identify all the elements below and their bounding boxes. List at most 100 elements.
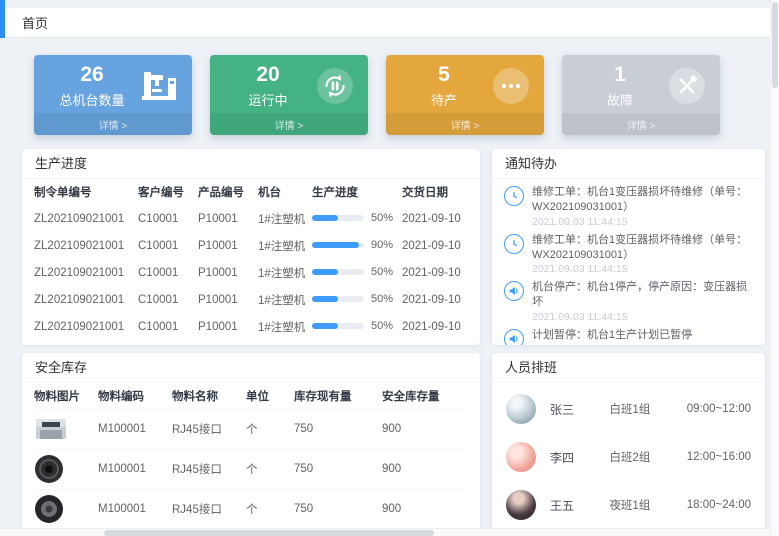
col-header: 交货日期 xyxy=(402,179,468,205)
staff-row: 李四 白班2组 12:00~16:00 xyxy=(506,433,751,481)
notice-list: 维修工单：机台1变压器损坏待维修（单号：WX202109031001） 2021… xyxy=(492,179,765,345)
clock-icon xyxy=(504,186,524,206)
table-row: M100001 RJ45接口 个 750 900 xyxy=(34,449,468,489)
cell-code: M100001 xyxy=(98,409,172,449)
notice-time: 2021.09.03 11:44:15 xyxy=(532,344,692,345)
cell-unit: 个 xyxy=(246,409,294,449)
cell-progress: 50% xyxy=(312,313,402,340)
stat-card-body: 26 总机台数量 xyxy=(34,55,192,113)
cell-date: 2021-09-10 xyxy=(402,286,468,313)
col-header: 安全库存量 xyxy=(382,383,468,409)
staff-shift: 白班1组 xyxy=(609,401,686,417)
dashboard-content: 26 总机台数量 xyxy=(0,39,770,528)
ellipsis-icon xyxy=(492,67,530,105)
machine-icon xyxy=(140,70,178,102)
detail-link[interactable]: 详情 > xyxy=(34,113,192,135)
production-progress-panel: 生产进度 制令单编号 客户编号 产品编号 机台 生产进度 交货日期 xyxy=(22,149,480,345)
table-header-row: 物料图片 物料编码 物料名称 单位 库存现有量 安全库存量 xyxy=(34,383,468,409)
staff-row: 张三 白班1组 09:00~12:00 xyxy=(506,385,751,433)
avatar xyxy=(506,394,536,424)
cell-date: 2021-09-10 xyxy=(402,313,468,340)
vertical-scrollbar-thumb[interactable] xyxy=(772,2,778,88)
stat-label: 故障 xyxy=(574,90,666,109)
material-image xyxy=(34,416,68,442)
notice-item[interactable]: 计划暂停：机台1生产计划已暂停 2021.09.03 11:44:15 xyxy=(504,328,753,345)
stat-card-total-machines[interactable]: 26 总机台数量 xyxy=(34,55,192,135)
staff-name: 张三 xyxy=(550,401,609,418)
stat-card-info: 5 待产 xyxy=(398,63,490,108)
notice-time: 2021.09.03 11:44:15 xyxy=(532,263,753,275)
cell-order: ZL202109021001 xyxy=(34,205,138,232)
vertical-scrollbar[interactable] xyxy=(770,0,779,536)
speaker-icon xyxy=(504,281,524,301)
cell-unit: 个 xyxy=(246,449,294,489)
horizontal-scrollbar[interactable] xyxy=(0,528,770,536)
table-row: M100001 RJ45接口 个 750 900 xyxy=(34,409,468,449)
progress-bar xyxy=(312,323,364,329)
cell-safety: 900 xyxy=(382,449,468,489)
avatar xyxy=(506,490,536,520)
notice-item[interactable]: 维修工单：机台1变压器损坏待维修（单号：WX202109031001） 2021… xyxy=(504,233,753,276)
staff-name: 王五 xyxy=(550,497,609,514)
panel-grid: 生产进度 制令单编号 客户编号 产品编号 机台 生产进度 交货日期 xyxy=(22,149,765,528)
cell-machine: 1#注塑机 xyxy=(258,313,312,340)
staff-row: 王五 夜班1组 18:00~24:00 xyxy=(506,481,751,528)
stat-card-fault[interactable]: 1 故障 xyxy=(562,55,720,135)
progress-bar xyxy=(312,296,364,302)
table-row: ZL202109021001 C10001 P10001 1#注塑机 90% 2… xyxy=(34,232,468,259)
notice-body: 维修工单：机台1变压器损坏待维修（单号：WX202109031001） 2021… xyxy=(532,185,753,228)
panel-title: 通知待办 xyxy=(492,149,765,179)
detail-link[interactable]: 详情 > xyxy=(210,113,368,135)
cell-product: P10001 xyxy=(198,205,258,232)
col-header: 物料名称 xyxy=(172,383,246,409)
stock-table: 物料图片 物料编码 物料名称 单位 库存现有量 安全库存量 xyxy=(34,383,468,528)
panel-title: 安全库存 xyxy=(22,353,480,383)
table-row: ZL202109021001 C10001 P10001 1#注塑机 50% 2… xyxy=(34,313,468,340)
horizontal-scrollbar-thumb[interactable] xyxy=(104,530,434,536)
cell-qty: 750 xyxy=(294,449,382,489)
stat-value: 1 xyxy=(574,63,666,86)
notice-item[interactable]: 维修工单：机台1变压器损坏待维修（单号：WX202109031001） 2021… xyxy=(504,185,753,228)
cycle-icon xyxy=(316,67,354,105)
notice-item[interactable]: 机台停产：机台1停产，停产原因：变压器损坏 2021.09.03 11:44:1… xyxy=(504,280,753,323)
clock-icon xyxy=(504,234,524,254)
progress-label: 50% xyxy=(371,293,393,305)
cell-date: 2021-09-10 xyxy=(402,259,468,286)
stat-card-pending[interactable]: 5 待产 详情 > xyxy=(386,55,544,135)
stat-card-info: 20 运行中 xyxy=(222,63,314,108)
notice-time: 2021.09.03 11:44:15 xyxy=(532,311,753,323)
detail-link[interactable]: 详情 > xyxy=(386,113,544,135)
col-header: 客户编号 xyxy=(138,179,198,205)
safety-stock-panel: 安全库存 物料图片 物料编码 物料名称 单位 库存现有量 安全库存量 xyxy=(22,353,480,528)
stat-label: 总机台数量 xyxy=(46,90,138,109)
col-header: 库存现有量 xyxy=(294,383,382,409)
cell-progress: 50% xyxy=(312,259,402,286)
top-tab-bar: 首页 xyxy=(0,8,770,38)
stat-card-body: 1 故障 xyxy=(562,55,720,113)
col-header: 单位 xyxy=(246,383,294,409)
progress-label: 50% xyxy=(371,212,393,224)
material-image xyxy=(34,494,64,524)
staff-shift: 白班2组 xyxy=(609,449,686,465)
dashboard-page: 首页 26 总机台数量 xyxy=(0,0,770,528)
cell-customer: C10001 xyxy=(138,232,198,259)
panel-title: 生产进度 xyxy=(22,149,480,179)
stat-label: 待产 xyxy=(398,90,490,109)
stat-value: 20 xyxy=(222,63,314,86)
col-header: 机台 xyxy=(258,179,312,205)
detail-link[interactable]: 详情 > xyxy=(562,113,720,135)
cell-machine: 1#注塑机 xyxy=(258,232,312,259)
cell-date: 2021-09-10 xyxy=(402,205,468,232)
cell-progress: 50% xyxy=(312,286,402,313)
cell-product: P10001 xyxy=(198,313,258,340)
stat-card-running[interactable]: 20 运行中 xyxy=(210,55,368,135)
cell-qty: 750 xyxy=(294,409,382,449)
col-header: 物料图片 xyxy=(34,383,98,409)
notice-body: 计划暂停：机台1生产计划已暂停 2021.09.03 11:44:15 xyxy=(532,328,692,345)
cell-name: RJ45接口 xyxy=(172,409,246,449)
tab-home[interactable]: 首页 xyxy=(22,13,48,32)
stat-label: 运行中 xyxy=(222,90,314,109)
cell-product: P10001 xyxy=(198,232,258,259)
cell-customer: C10001 xyxy=(138,205,198,232)
notice-time: 2021.09.03 11:44:15 xyxy=(532,216,753,228)
